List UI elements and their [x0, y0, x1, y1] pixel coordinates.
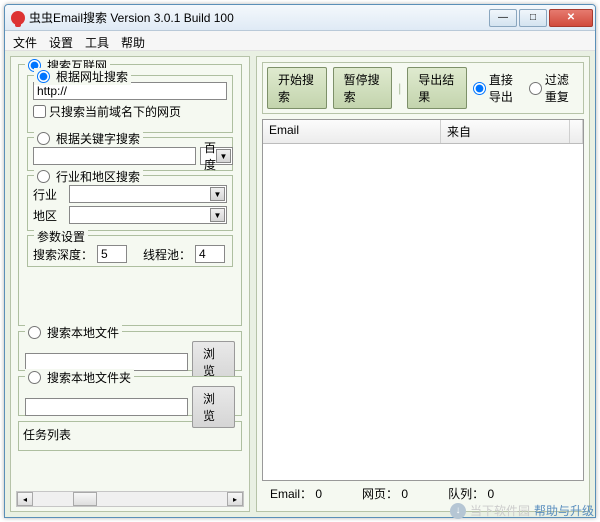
minimize-button[interactable]: —	[489, 9, 517, 27]
col-from[interactable]: 来自	[441, 120, 570, 143]
status-queue-label: 队列：	[448, 487, 484, 501]
sub-by-url: 根据网址搜索 只搜索当前域名下的网页	[27, 75, 233, 133]
keyword-input[interactable]	[33, 147, 196, 165]
label-by-url: 根据网址搜索	[56, 68, 128, 85]
status-queue-value: 0	[487, 487, 494, 501]
task-list-label: 任务列表	[23, 428, 71, 442]
industry-select[interactable]: ▼	[69, 185, 227, 203]
threads-input[interactable]	[195, 245, 225, 263]
status-email-value: 0	[315, 487, 322, 501]
content-area: 搜索互联网 根据网址搜索 只搜索当前域名下的网页	[5, 51, 595, 517]
label-by-keyword: 根据关键字搜索	[56, 130, 140, 147]
label-search-file: 搜索本地文件	[47, 324, 119, 341]
radio-search-file[interactable]	[28, 326, 41, 339]
sub-params: 参数设置 搜索深度： 线程池：	[27, 235, 233, 267]
export-button[interactable]: 导出结果	[407, 67, 467, 109]
status-pages-label: 网页：	[362, 487, 398, 501]
left-panel: 搜索互联网 根据网址搜索 只搜索当前域名下的网页	[10, 56, 250, 512]
depth-label: 搜索深度：	[33, 246, 93, 263]
col-email[interactable]: Email	[263, 120, 441, 143]
threads-label: 线程池：	[143, 246, 191, 263]
menu-file[interactable]: 文件	[13, 34, 37, 47]
status-pages-value: 0	[401, 487, 408, 501]
checkbox-only-domain[interactable]	[33, 105, 46, 118]
industry-label: 行业	[33, 186, 65, 203]
help-upgrade-link[interactable]: 帮助与升级	[534, 502, 594, 519]
group-search-folder: 搜索本地文件夹 浏览	[18, 376, 242, 416]
group-search-file: 搜索本地文件 浏览	[18, 331, 242, 371]
col-spacer	[570, 120, 583, 143]
radio-by-keyword[interactable]	[37, 132, 50, 145]
menu-settings[interactable]: 设置	[49, 34, 73, 47]
download-icon: ↓	[450, 503, 466, 519]
depth-input[interactable]	[97, 245, 127, 263]
app-window: 虫虫Email搜索 Version 3.0.1 Build 100 — □ ✕ …	[4, 4, 596, 518]
table-header: Email 来自	[263, 120, 583, 144]
radio-direct-export-label[interactable]: 直接导出	[473, 71, 523, 105]
chevron-down-icon: ▼	[216, 149, 231, 163]
radio-by-url[interactable]	[37, 70, 50, 83]
window-title: 虫虫Email搜索 Version 3.0.1 Build 100	[29, 9, 489, 26]
engine-select[interactable]: 百度 ▼	[200, 147, 233, 165]
chevron-down-icon: ▼	[210, 208, 225, 222]
group-search-internet: 搜索互联网 根据网址搜索 只搜索当前域名下的网页	[18, 64, 242, 326]
close-button[interactable]: ✕	[549, 9, 593, 27]
right-panel: 开始搜索 暂停搜索 | 导出结果 直接导出 过滤重复 Email 来自 Emai…	[256, 56, 590, 512]
start-search-button[interactable]: 开始搜索	[267, 67, 327, 109]
scroll-left-icon[interactable]: ◂	[17, 492, 33, 506]
toolbar: 开始搜索 暂停搜索 | 导出结果 直接导出 过滤重复	[262, 62, 584, 114]
menu-help[interactable]: 帮助	[121, 34, 145, 47]
footer: ↓ 当下软件园 帮助与升级	[450, 502, 594, 519]
radio-by-industry[interactable]	[37, 170, 50, 183]
status-email-label: Email：	[270, 487, 312, 501]
sub-by-industry: 行业和地区搜索 行业 ▼ 地区 ▼	[27, 175, 233, 231]
region-select[interactable]: ▼	[69, 206, 227, 224]
chevron-down-icon: ▼	[210, 187, 225, 201]
radio-filter-dup[interactable]	[529, 82, 542, 95]
menu-tools[interactable]: 工具	[85, 34, 109, 47]
horizontal-scrollbar[interactable]: ◂ ▸	[16, 491, 244, 507]
scroll-thumb[interactable]	[73, 492, 97, 506]
radio-direct-export[interactable]	[473, 82, 486, 95]
scroll-right-icon[interactable]: ▸	[227, 492, 243, 506]
app-icon	[11, 11, 25, 25]
radio-search-folder[interactable]	[28, 371, 41, 384]
sub-by-keyword: 根据关键字搜索 百度 ▼	[27, 137, 233, 171]
label-by-industry: 行业和地区搜索	[56, 168, 140, 185]
checkbox-only-domain-label[interactable]: 只搜索当前域名下的网页	[33, 103, 181, 120]
titlebar[interactable]: 虫虫Email搜索 Version 3.0.1 Build 100 — □ ✕	[5, 5, 595, 31]
menu-bar: 文件 设置 工具 帮助	[5, 31, 595, 51]
browse-folder-button[interactable]: 浏览	[192, 386, 235, 428]
label-search-folder: 搜索本地文件夹	[47, 369, 131, 386]
pause-search-button[interactable]: 暂停搜索	[333, 67, 393, 109]
maximize-button[interactable]: □	[519, 9, 547, 27]
watermark-text: 当下软件园	[470, 502, 530, 519]
results-table[interactable]: Email 来自	[262, 119, 584, 481]
params-label: 参数设置	[37, 228, 85, 245]
folder-path-input[interactable]	[25, 398, 188, 416]
radio-filter-dup-label[interactable]: 过滤重复	[529, 71, 579, 105]
region-label: 地区	[33, 207, 65, 224]
